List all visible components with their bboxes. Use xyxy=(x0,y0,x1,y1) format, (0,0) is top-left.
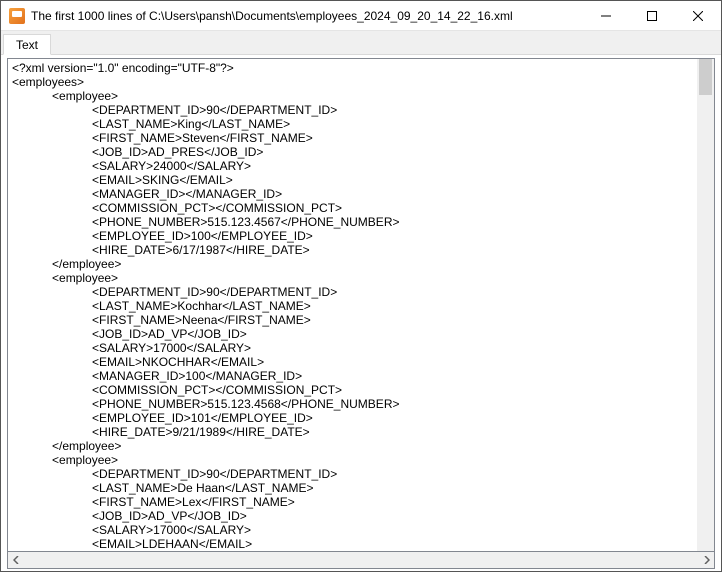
scroll-right-button[interactable] xyxy=(697,552,714,568)
minimize-button[interactable] xyxy=(583,1,629,30)
window-title: The first 1000 lines of C:\Users\pansh\D… xyxy=(31,9,583,23)
horizontal-scrollbar[interactable] xyxy=(7,552,715,569)
titlebar[interactable]: The first 1000 lines of C:\Users\pansh\D… xyxy=(1,1,721,31)
vertical-scroll-thumb[interactable] xyxy=(699,59,712,95)
app-icon xyxy=(9,8,25,24)
scroll-left-button[interactable] xyxy=(8,552,25,568)
tab-bar: Text xyxy=(1,31,721,55)
tab-text[interactable]: Text xyxy=(3,34,51,55)
window-controls xyxy=(583,1,721,30)
close-button[interactable] xyxy=(675,1,721,30)
xml-content[interactable]: <?xml version="1.0" encoding="UTF-8"?> <… xyxy=(8,59,697,551)
vertical-scrollbar[interactable] xyxy=(697,59,714,551)
maximize-button[interactable] xyxy=(629,1,675,30)
text-viewer: <?xml version="1.0" encoding="UTF-8"?> <… xyxy=(7,58,715,552)
